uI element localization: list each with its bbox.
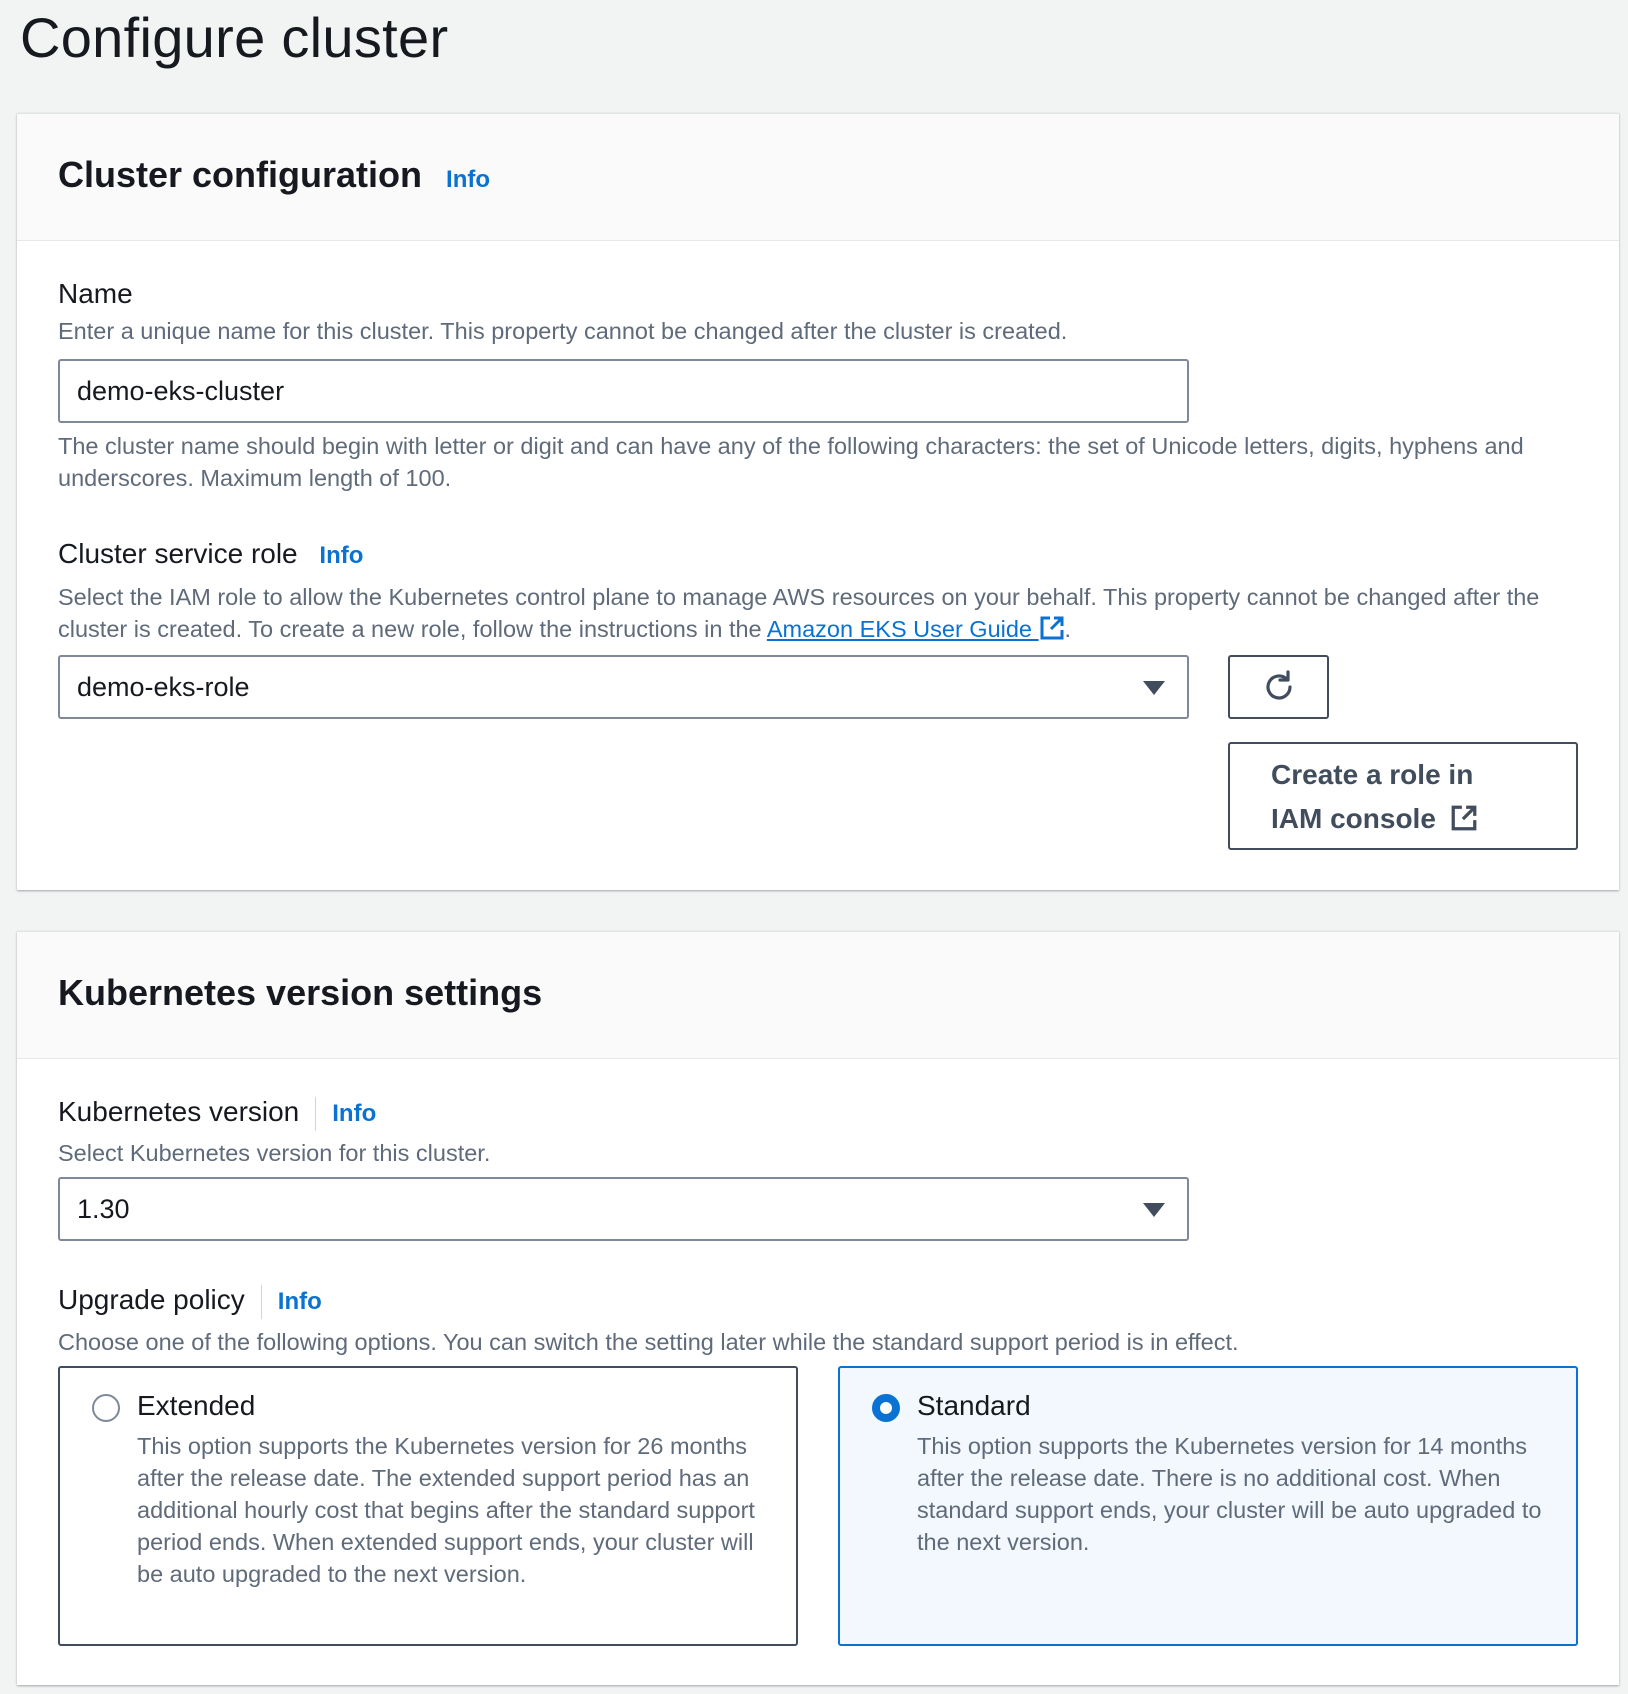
create-role-button-label: Create a role in IAM console	[1271, 753, 1511, 841]
service-role-selected-value: demo-eks-role	[77, 672, 250, 702]
service-role-info-link[interactable]: Info	[319, 542, 363, 569]
label-divider	[260, 1284, 262, 1319]
upgrade-option-standard[interactable]: Standard This option supports the Kubern…	[838, 1366, 1578, 1646]
extended-radio-button[interactable]	[92, 1394, 120, 1422]
name-label: Name	[58, 278, 133, 309]
service-role-select[interactable]: demo-eks-role	[58, 655, 1189, 719]
kubernetes-version-title: Kubernetes version settings	[58, 972, 543, 1013]
standard-option-title: Standard	[917, 1390, 1031, 1421]
cluster-configuration-title: Cluster configuration Info	[58, 152, 490, 203]
kubernetes-version-selected-value: 1.30	[77, 1194, 130, 1224]
upgrade-option-extended[interactable]: Extended This option supports the Kubern…	[58, 1366, 798, 1646]
kubernetes-version-select[interactable]: 1.30	[58, 1177, 1189, 1241]
label-divider	[315, 1096, 317, 1131]
cluster-configuration-title-text: Cluster configuration	[58, 154, 423, 195]
upgrade-policy-label-row: Upgrade policy Info	[58, 1282, 322, 1320]
standard-radio-button[interactable]	[872, 1394, 900, 1422]
service-role-description-suffix: .	[1064, 616, 1072, 642]
kubernetes-version-label: Kubernetes version	[58, 1096, 300, 1127]
create-role-iam-console-button[interactable]: Create a role in IAM console	[1228, 742, 1578, 850]
name-constraint-text: The cluster name should begin with lette…	[58, 433, 1524, 491]
extended-option-description: This option supports the Kubernetes vers…	[137, 1433, 755, 1587]
cluster-configuration-header: Cluster configuration Info	[17, 114, 1619, 241]
service-role-label: Cluster service role	[58, 538, 298, 569]
external-link-icon	[1451, 805, 1477, 831]
external-link-icon	[1040, 616, 1064, 640]
eks-user-guide-link-text: Amazon EKS User Guide	[766, 616, 1033, 642]
extended-option-title: Extended	[137, 1390, 256, 1421]
kubernetes-version-header: Kubernetes version settings	[17, 932, 1619, 1059]
cluster-name-value: demo-eks-cluster	[77, 376, 285, 406]
page-title: Configure cluster	[20, 6, 449, 69]
create-role-button-text: Create a role in IAM console	[1271, 759, 1474, 834]
cluster-configuration-panel: Cluster configuration Info Name Enter a …	[17, 113, 1619, 890]
refresh-roles-button[interactable]	[1228, 655, 1329, 719]
standard-option-description: This option supports the Kubernetes vers…	[917, 1433, 1542, 1555]
refresh-icon	[1266, 670, 1292, 700]
upgrade-policy-label: Upgrade policy	[58, 1284, 245, 1315]
kubernetes-version-panel: Kubernetes version settings Kubernetes v…	[17, 931, 1619, 1685]
upgrade-policy-description: Choose one of the following options. You…	[58, 1329, 1239, 1355]
kubernetes-version-info-link[interactable]: Info	[332, 1100, 376, 1127]
caret-down-icon	[1143, 1203, 1165, 1217]
service-role-label-row: Cluster service role Info	[58, 536, 363, 574]
upgrade-policy-info-link[interactable]: Info	[278, 1288, 322, 1315]
name-description: Enter a unique name for this cluster. Th…	[58, 318, 1068, 344]
cluster-configuration-info-link[interactable]: Info	[446, 166, 490, 193]
eks-user-guide-link[interactable]: Amazon EKS User Guide	[767, 616, 1065, 642]
cluster-name-input[interactable]: demo-eks-cluster	[58, 359, 1189, 423]
kubernetes-version-label-row: Kubernetes version Info	[58, 1094, 376, 1132]
caret-down-icon	[1143, 681, 1165, 695]
kubernetes-version-description: Select Kubernetes version for this clust…	[58, 1140, 491, 1166]
service-role-description: Select the IAM role to allow the Kuberne…	[58, 581, 1588, 645]
